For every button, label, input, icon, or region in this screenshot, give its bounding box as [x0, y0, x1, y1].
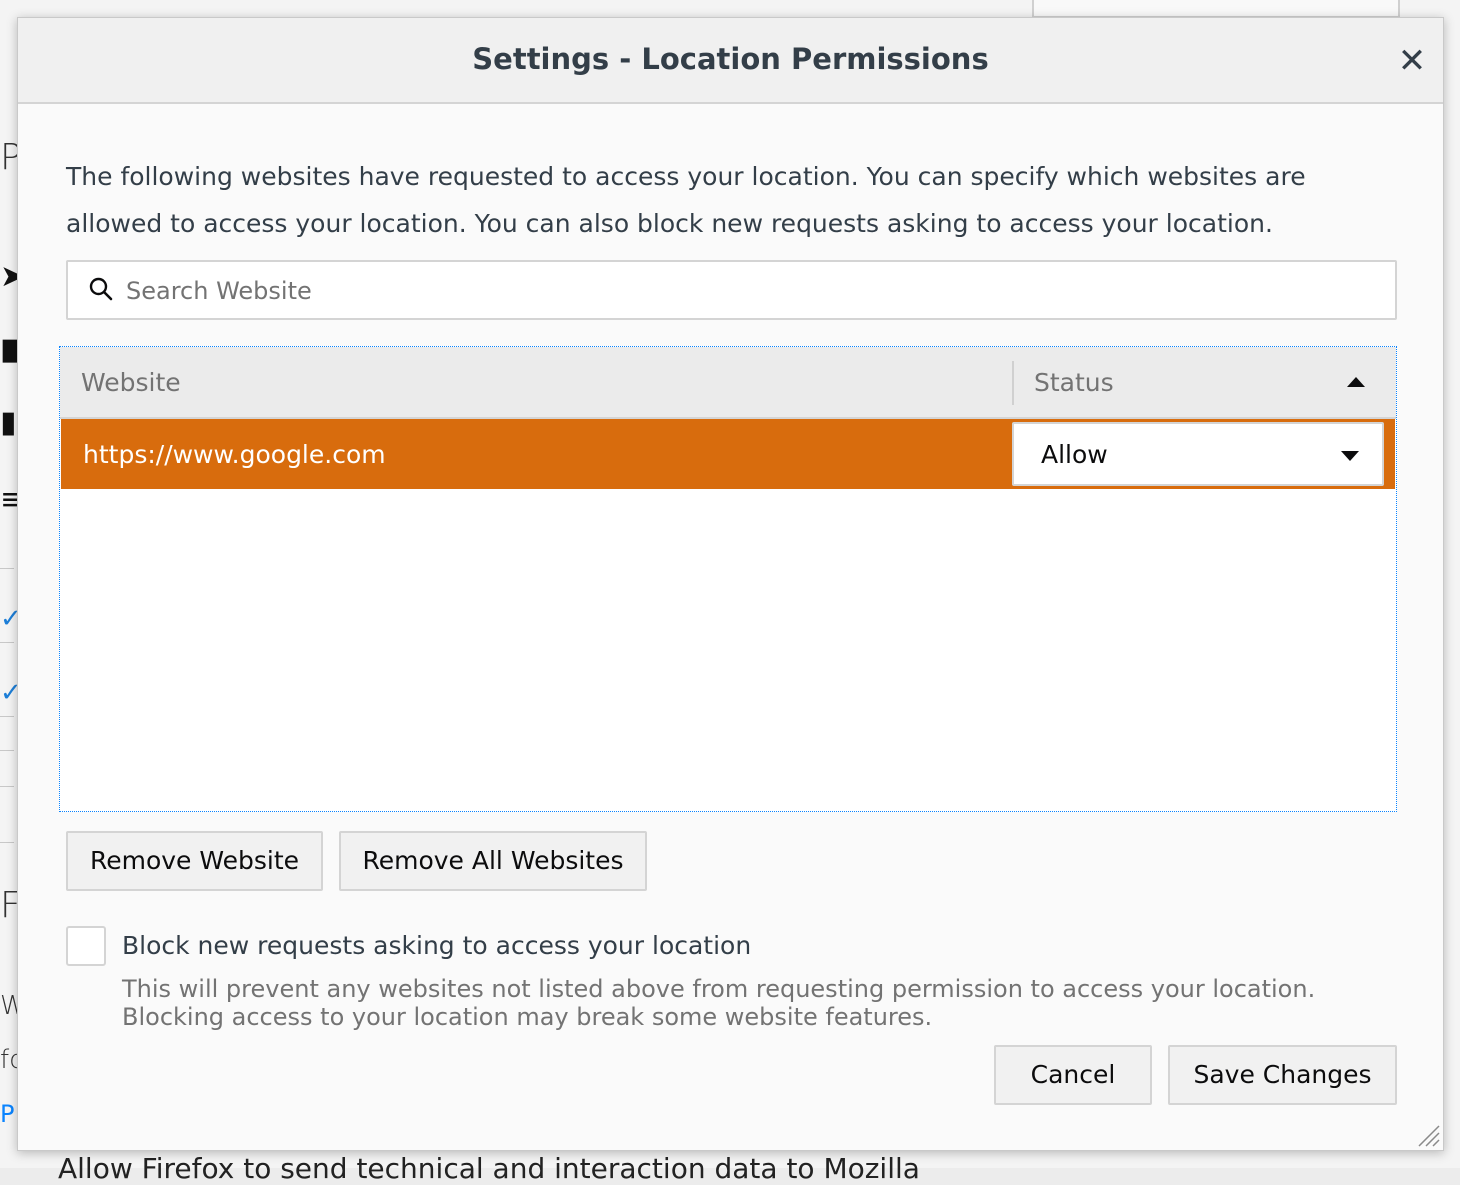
- sort-ascending-icon[interactable]: [1347, 377, 1365, 387]
- save-changes-button[interactable]: Save Changes: [1168, 1045, 1397, 1105]
- help-text-line: This will prevent any websites not liste…: [122, 975, 1316, 1003]
- background-divider: [0, 568, 14, 569]
- column-header-website[interactable]: Website: [81, 368, 181, 397]
- location-permissions-dialog: Settings - Location Permissions ✕ The fo…: [17, 17, 1444, 1151]
- dialog-title: Settings - Location Permissions: [472, 42, 989, 76]
- background-divider: [0, 642, 14, 643]
- remove-all-websites-button[interactable]: Remove All Websites: [339, 831, 647, 891]
- dialog-description: The following websites have requested to…: [66, 162, 1306, 238]
- help-text-line: Blocking access to your location may bre…: [122, 1003, 933, 1031]
- table-row[interactable]: https://www.google.com Allow: [61, 419, 1395, 489]
- resize-grip-icon[interactable]: [1415, 1122, 1441, 1148]
- search-icon: [89, 277, 113, 301]
- status-select[interactable]: Allow: [1012, 422, 1384, 486]
- cancel-button[interactable]: Cancel: [994, 1045, 1152, 1105]
- background-divider: [0, 842, 14, 843]
- permissions-table[interactable]: Website Status https://www.google.com Al…: [59, 346, 1397, 812]
- column-header-status[interactable]: Status: [1034, 368, 1114, 397]
- background-text-fragment: Allow Firefox to send technical and inte…: [58, 1152, 920, 1185]
- background-divider: [0, 716, 14, 717]
- table-header: Website Status: [60, 347, 1396, 419]
- background-divider: [0, 786, 14, 787]
- close-button[interactable]: ✕: [1395, 44, 1429, 78]
- block-new-requests-help: This will prevent any websites not liste…: [122, 975, 1382, 1031]
- block-new-requests-checkbox[interactable]: [66, 926, 106, 966]
- status-select-value: Allow: [1041, 440, 1108, 469]
- dialog-titlebar: Settings - Location Permissions ✕: [18, 18, 1443, 104]
- column-separator: [1012, 361, 1014, 405]
- search-input[interactable]: [124, 262, 1378, 320]
- search-box[interactable]: [66, 260, 1397, 320]
- website-cell: https://www.google.com: [83, 440, 386, 469]
- chevron-down-icon: [1341, 451, 1359, 461]
- background-divider: [0, 750, 14, 751]
- remove-website-button[interactable]: Remove Website: [66, 831, 323, 891]
- block-new-requests-label[interactable]: Block new requests asking to access your…: [122, 931, 751, 960]
- background-link-fragment: P: [0, 1100, 15, 1128]
- microphone-icon: ▮: [0, 405, 17, 440]
- background-box: [1032, 0, 1400, 18]
